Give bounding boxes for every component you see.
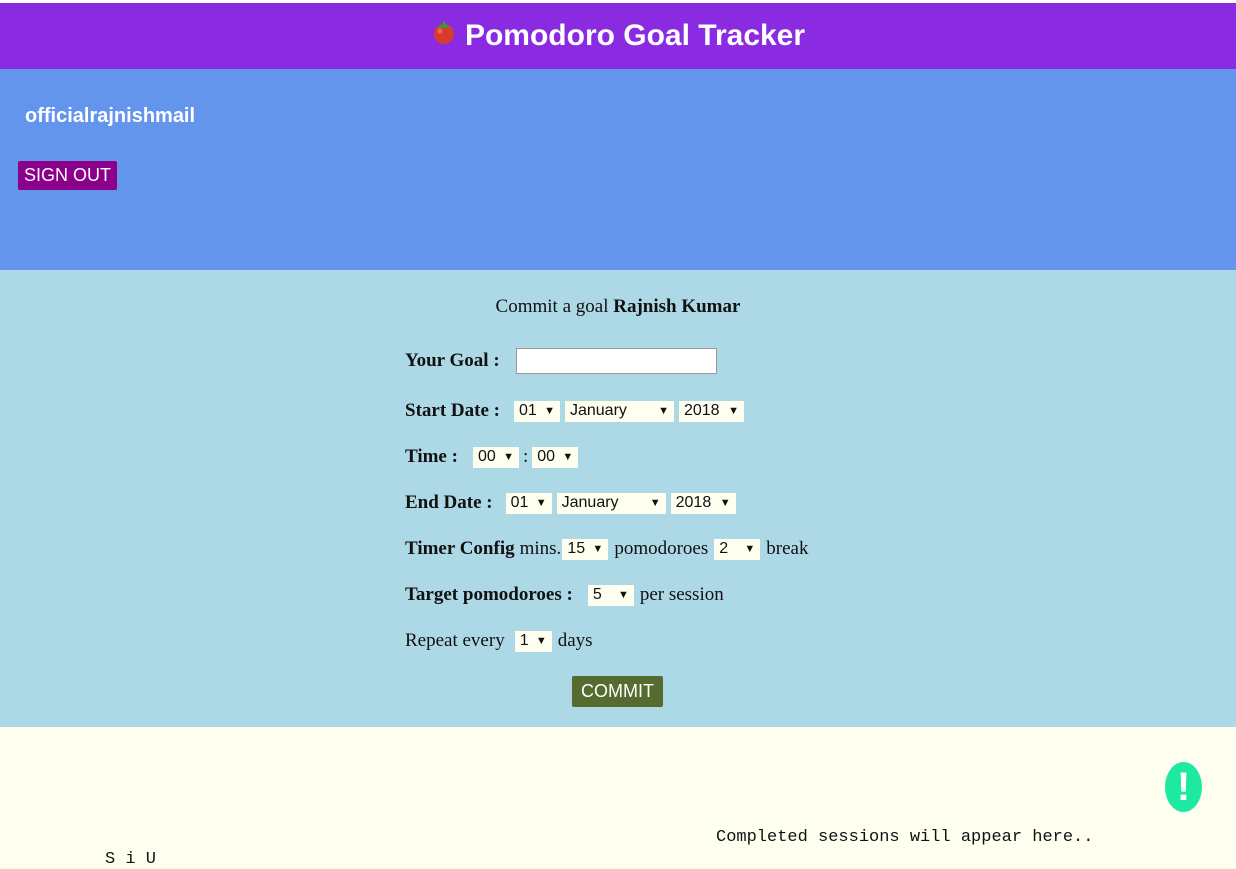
form-heading-text: Commit a goal <box>495 296 609 317</box>
chevron-down-icon: ▼ <box>562 451 574 463</box>
partial-text: S i U <box>105 850 157 869</box>
end-year-select[interactable]: 2018 ▼ <box>670 492 736 514</box>
end-month-select[interactable]: January ▼ <box>556 492 666 514</box>
form-heading-user: Rajnish Kumar <box>613 296 741 317</box>
chevron-down-icon: ▼ <box>744 543 756 555</box>
app-header: Pomodoro Goal Tracker <box>0 3 1236 69</box>
user-panel: officialrajnishmail SIGN OUT <box>0 69 1236 270</box>
app-title: Pomodoro Goal Tracker <box>464 19 806 52</box>
chevron-down-icon: ▼ <box>503 451 514 463</box>
username: officialrajnishmail <box>25 105 196 127</box>
goal-input[interactable] <box>515 348 717 374</box>
target-label: Target pomodoroes : <box>405 584 573 605</box>
chevron-down-icon: ▼ <box>719 497 731 509</box>
time-row: Time : 00 ▼ : 00 ▼ <box>405 446 579 468</box>
chevron-down-icon: ▼ <box>649 497 661 509</box>
chevron-down-icon: ▼ <box>617 589 629 601</box>
chevron-down-icon: ▼ <box>535 635 547 647</box>
exclamation-icon[interactable]: ! <box>1165 762 1202 812</box>
timer-mins-text: mins. <box>519 538 562 559</box>
end-date-row: End Date : 01 ▼ January ▼ 2018 ▼ <box>405 492 736 514</box>
goal-label: Your Goal : <box>405 350 500 371</box>
end-day-select[interactable]: 01 ▼ <box>505 492 552 514</box>
time-minute-select[interactable]: 00 ▼ <box>532 446 579 468</box>
form-heading: Commit a goal Rajnish Kumar <box>0 296 1236 318</box>
target-select[interactable]: 5 ▼ <box>587 584 634 606</box>
start-date-label: Start Date : <box>405 400 500 421</box>
time-label: Time : <box>405 446 458 467</box>
tomato-icon <box>431 19 457 45</box>
timer-break-text: break <box>766 538 809 559</box>
timer-config-row: Timer Config mins. 15 ▼ pomodoroes 2 ▼ bre… <box>405 538 808 560</box>
target-row: Target pomodoroes : 5 ▼ per session <box>405 584 724 606</box>
goal-row: Your Goal : <box>405 348 717 374</box>
chevron-down-icon: ▼ <box>728 405 739 417</box>
target-suffix: per session <box>639 584 724 605</box>
end-date-label: End Date : <box>405 492 493 513</box>
time-separator: : <box>522 446 529 467</box>
start-date-row: Start Date : 01 ▼ January ▼ 2018 ▼ <box>405 400 744 422</box>
start-year-select[interactable]: 2018 ▼ <box>678 400 744 422</box>
commit-button[interactable]: COMMIT <box>572 676 663 707</box>
sign-out-button[interactable]: SIGN OUT <box>18 161 118 190</box>
timer-break-select[interactable]: 2 ▼ <box>714 538 761 560</box>
repeat-prefix: Repeat every <box>405 630 505 651</box>
chevron-down-icon: ▼ <box>592 543 604 555</box>
repeat-suffix: days <box>557 630 593 651</box>
chevron-down-icon: ▼ <box>535 497 547 509</box>
timer-pomodoroes-text: pomodoroes <box>614 538 709 559</box>
repeat-row: Repeat every 1 ▼ days <box>405 630 593 652</box>
time-hour-select[interactable]: 00 ▼ <box>472 446 519 468</box>
timer-config-label: Timer Config <box>405 538 515 559</box>
start-month-select[interactable]: January ▼ <box>564 400 674 422</box>
sessions-empty-text: Completed sessions will appear here.. <box>716 828 1094 847</box>
goal-form: Commit a goal Rajnish Kumar Your Goal : … <box>0 270 1236 727</box>
timer-mins-select[interactable]: 15 ▼ <box>562 538 609 560</box>
start-day-select[interactable]: 01 ▼ <box>513 400 560 422</box>
chevron-down-icon: ▼ <box>544 405 555 417</box>
repeat-select[interactable]: 1 ▼ <box>514 630 552 652</box>
chevron-down-icon: ▼ <box>658 405 669 417</box>
